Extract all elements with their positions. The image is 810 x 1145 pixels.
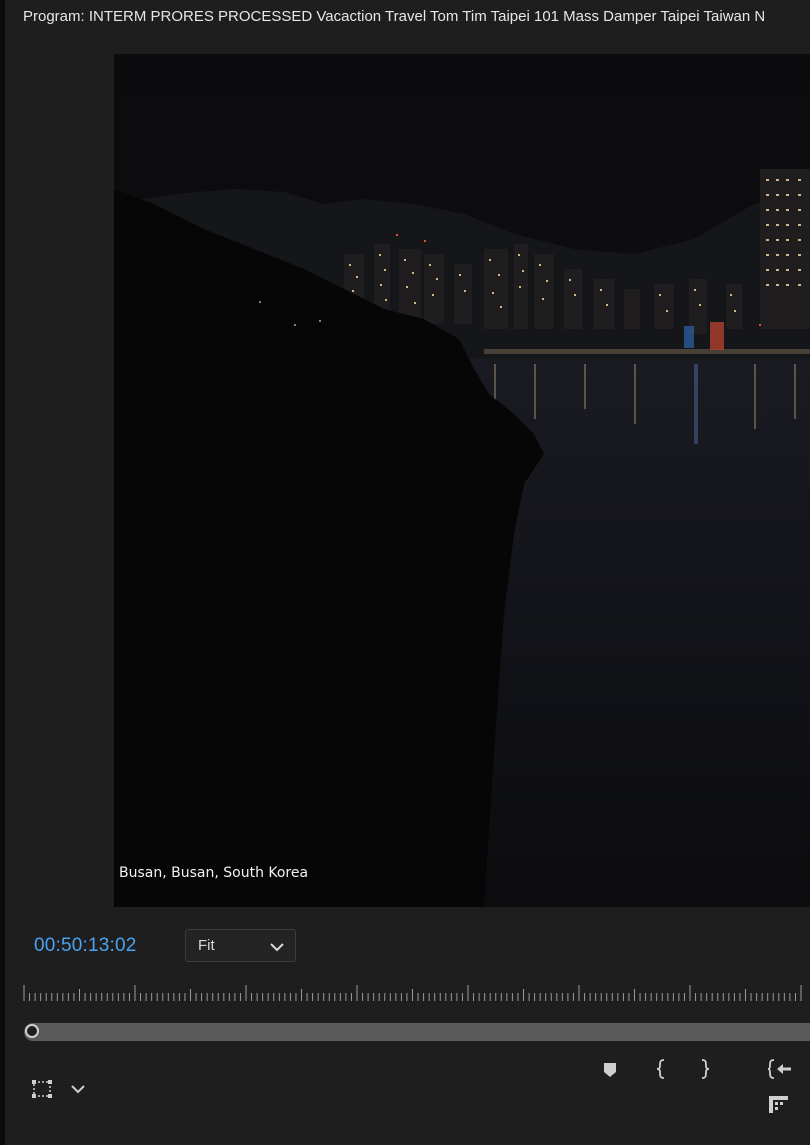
program-monitor-title: Program: INTERM PRORES PROCESSED Vacacti… bbox=[23, 8, 766, 25]
go-to-in-icon[interactable] bbox=[766, 1058, 794, 1080]
chevron-down-icon bbox=[270, 939, 284, 957]
video-preview[interactable]: Busan, Busan, South Korea bbox=[114, 54, 810, 907]
zoom-scroll-bar[interactable] bbox=[24, 1023, 810, 1041]
settings-dropdown-chevron-icon[interactable] bbox=[68, 1080, 88, 1098]
time-ruler[interactable] bbox=[22, 982, 810, 1002]
playhead-timecode[interactable]: 00:50:13:02 bbox=[34, 935, 137, 957]
mark-out-icon[interactable] bbox=[696, 1058, 714, 1080]
night-cityscape-image bbox=[114, 54, 810, 907]
zoom-level-value: Fit bbox=[198, 937, 215, 954]
location-caption: Busan, Busan, South Korea bbox=[119, 865, 309, 881]
mark-in-icon[interactable] bbox=[652, 1058, 670, 1080]
zoom-level-select[interactable]: Fit bbox=[185, 929, 296, 962]
safe-margins-icon[interactable] bbox=[30, 1078, 54, 1100]
playhead-handle[interactable] bbox=[25, 1024, 39, 1038]
export-frame-icon[interactable] bbox=[764, 1092, 792, 1116]
marker-icon[interactable] bbox=[600, 1060, 620, 1080]
